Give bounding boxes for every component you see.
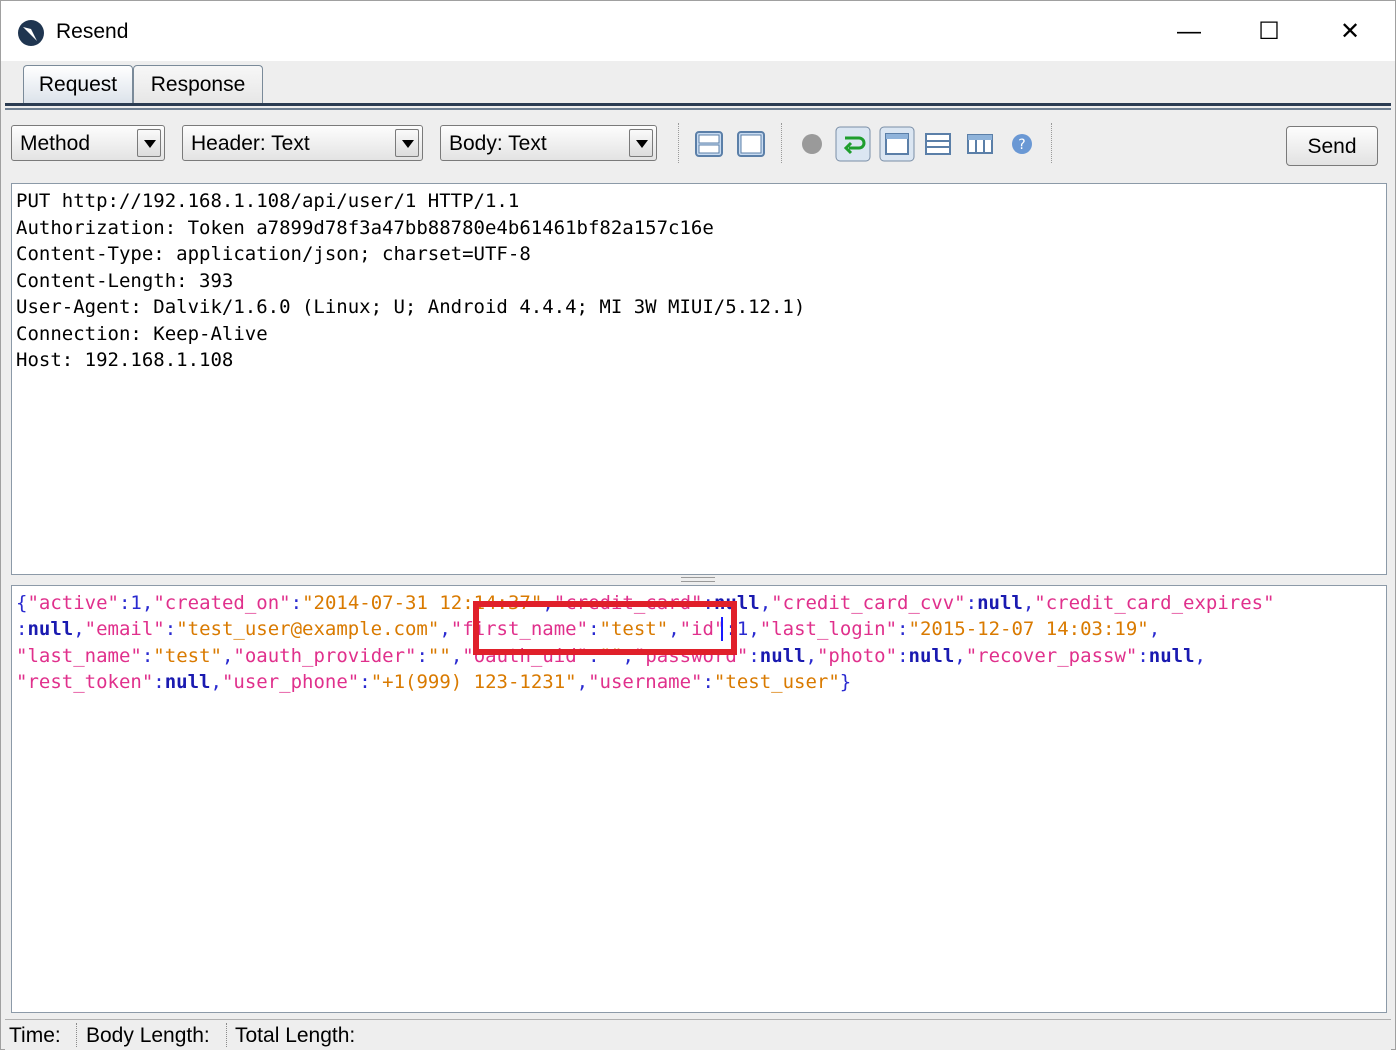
request-header-line: Authorization: Token a7899d78f3a47bb8878…: [16, 217, 714, 239]
tab-request[interactable]: Request: [23, 65, 133, 104]
layout-single-icon[interactable]: [736, 129, 766, 159]
method-select-label: Method: [20, 132, 91, 155]
method-select[interactable]: Method: [11, 125, 165, 161]
list-view-icon[interactable]: [923, 129, 953, 159]
resend-window: Resend — ☐ ✕ Request Response Method Hea…: [0, 0, 1396, 1050]
json-value: test: [164, 645, 211, 667]
request-header-line: User-Agent: Dalvik/1.6.0 (Linux; U; Andr…: [16, 296, 806, 318]
status-bar: Time: Body Length: Total Length:: [5, 1019, 1391, 1050]
splitter-handle[interactable]: [681, 577, 715, 582]
json-value: 1: [736, 618, 749, 640]
request-line: PUT http://192.168.1.108/api/user/1 HTTP…: [16, 190, 520, 212]
request-header-line: Content-Type: application/json; charset=…: [16, 243, 531, 265]
header-format-select[interactable]: Header: Text: [182, 125, 423, 161]
json-value: +1(999) 123-1231: [382, 671, 566, 693]
header-format-label: Header: Text: [191, 132, 310, 155]
toolbar-separator: [781, 123, 784, 163]
wrap-lines-icon[interactable]: [835, 126, 871, 162]
close-button[interactable]: ✕: [1327, 9, 1373, 55]
body-format-select[interactable]: Body: Text: [440, 125, 657, 161]
toolbar-separator: [678, 123, 681, 163]
minimize-button[interactable]: —: [1166, 9, 1212, 55]
send-button[interactable]: Send: [1286, 126, 1378, 166]
status-time: Time:: [9, 1024, 61, 1047]
table-view-icon[interactable]: [965, 129, 995, 159]
json-value: test_user@example.com: [187, 618, 428, 640]
status-separator: [76, 1023, 78, 1047]
window-title: Resend: [56, 20, 129, 43]
json-value: null: [164, 671, 211, 693]
request-header-line: Content-Length: 393: [16, 270, 234, 292]
request-header-editor[interactable]: PUT http://192.168.1.108/api/user/1 HTTP…: [11, 183, 1387, 575]
json-value: 2015-12-07 14:03:19: [919, 618, 1138, 640]
tab-divider: [5, 103, 1391, 106]
json-value: null: [977, 592, 1023, 614]
status-body-length: Body Length:: [86, 1024, 210, 1047]
json-value: 1: [130, 592, 142, 614]
json-value: test_user: [725, 671, 829, 693]
tab-response[interactable]: Response: [133, 65, 263, 104]
text-caret: [721, 617, 723, 641]
maximize-button[interactable]: ☐: [1246, 9, 1292, 55]
layout-horizontal-icon[interactable]: [694, 129, 724, 159]
app-logo-icon: [18, 20, 44, 46]
request-header-line: Connection: Keep-Alive: [16, 323, 268, 345]
highlight-annotation-box: [473, 601, 737, 655]
tab-divider-secondary: [5, 108, 1391, 110]
chevron-down-icon[interactable]: [629, 129, 653, 157]
record-icon[interactable]: [797, 129, 827, 159]
json-value: null: [759, 645, 806, 667]
chevron-down-icon[interactable]: [395, 129, 419, 157]
chevron-down-icon[interactable]: [137, 129, 161, 157]
json-value: null: [27, 618, 74, 640]
body-format-label: Body: Text: [449, 132, 547, 155]
json-value: null: [908, 645, 955, 667]
request-header-line: Host: 192.168.1.108: [16, 349, 234, 371]
json-value: null: [1148, 645, 1195, 667]
browser-view-icon[interactable]: [879, 126, 915, 162]
svg-text:?: ?: [1018, 137, 1025, 153]
status-total-length: Total Length:: [235, 1024, 356, 1047]
status-separator: [226, 1023, 228, 1047]
help-icon[interactable]: ?: [1007, 129, 1037, 159]
body-line: "rest_token":null,"user_phone":"+1(999) …: [16, 671, 852, 693]
title-bar: Resend — ☐ ✕: [1, 1, 1395, 61]
toolbar-separator: [1051, 123, 1054, 163]
